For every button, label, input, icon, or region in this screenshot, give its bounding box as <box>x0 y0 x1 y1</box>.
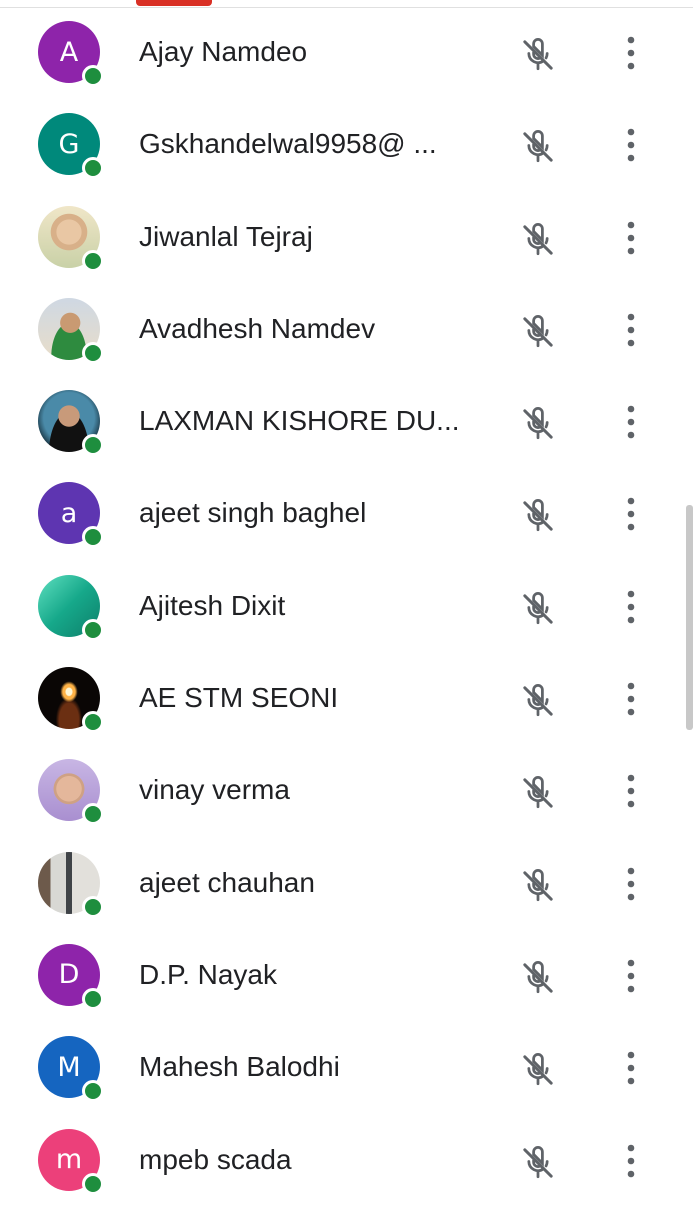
participant-name: LAXMAN KISHORE DU... <box>139 405 460 437</box>
more-vert-icon <box>627 1144 635 1177</box>
avatar: m <box>38 1128 104 1195</box>
online-status-dot <box>82 249 104 272</box>
more-options-button[interactable] <box>614 1048 648 1088</box>
online-status-dot <box>82 1172 104 1195</box>
avatar: a <box>38 482 104 549</box>
more-options-button[interactable] <box>614 1141 648 1181</box>
participant-row[interactable]: M Mahesh Balodhi <box>0 1020 693 1112</box>
more-options-button[interactable] <box>614 679 648 719</box>
more-options-button[interactable] <box>614 310 648 350</box>
more-vert-icon <box>627 775 635 808</box>
mic-off-icon[interactable] <box>516 679 560 723</box>
more-vert-icon <box>627 36 635 70</box>
mic-off-icon[interactable] <box>516 494 560 538</box>
online-status-dot <box>82 65 104 87</box>
more-vert-icon <box>627 867 635 900</box>
more-options-button[interactable] <box>614 125 648 165</box>
online-status-dot <box>82 1080 104 1103</box>
participant-name: Mahesh Balodhi <box>139 1051 340 1083</box>
mic-off-icon[interactable] <box>516 864 560 908</box>
participant-name: ajeet chauhan <box>139 866 315 898</box>
participant-name: D.P. Nayak <box>139 958 277 990</box>
avatar <box>38 297 104 364</box>
participant-row[interactable]: Jiwanlal Tejraj <box>0 190 693 282</box>
more-vert-icon <box>627 221 635 254</box>
more-options-button[interactable] <box>614 218 648 258</box>
participant-name: ajeet singh baghel <box>139 497 367 529</box>
more-vert-icon <box>627 128 635 162</box>
more-vert-icon <box>627 313 635 347</box>
participant-name: Ajitesh Dixit <box>139 589 286 621</box>
participant-row[interactable]: vinay verma <box>0 743 693 835</box>
mic-off-icon[interactable] <box>516 1141 560 1185</box>
more-options-button[interactable] <box>614 864 648 904</box>
online-status-dot <box>82 526 104 549</box>
avatar: G <box>38 113 104 180</box>
participant-row[interactable]: Avadhesh Namdev <box>0 282 693 374</box>
avatar: D <box>38 943 104 1010</box>
mic-off-icon[interactable] <box>516 310 560 354</box>
avatar <box>38 205 104 272</box>
mic-off-icon[interactable] <box>516 587 560 631</box>
mic-off-icon[interactable] <box>516 956 560 1000</box>
online-status-dot <box>82 803 104 826</box>
scrollbar-thumb[interactable] <box>686 505 693 730</box>
avatar-initial: G <box>58 128 80 160</box>
avatar <box>38 851 104 918</box>
avatar <box>38 667 104 734</box>
mic-off-icon[interactable] <box>516 218 560 262</box>
online-status-dot <box>82 618 104 641</box>
more-options-button[interactable] <box>614 494 648 534</box>
participant-row[interactable]: G Gskhandelwal9958@ ... <box>0 97 693 189</box>
participant-row[interactable]: m mpeb scada <box>0 1113 693 1205</box>
avatar: M <box>38 1036 104 1103</box>
participant-name: Jiwanlal Tejraj <box>139 220 313 252</box>
participant-row[interactable]: ajeet chauhan <box>0 836 693 928</box>
participant-name: Ajay Namdeo <box>139 36 308 67</box>
online-status-dot <box>82 434 104 457</box>
participant-row[interactable]: D D.P. Nayak <box>0 928 693 1020</box>
more-options-button[interactable] <box>614 956 648 996</box>
participant-name: AE STM SEONI <box>139 682 339 714</box>
avatar <box>38 759 104 826</box>
avatar <box>38 390 104 457</box>
avatar: A <box>38 21 104 87</box>
online-status-dot <box>82 157 104 180</box>
participant-row[interactable]: a ajeet singh baghel <box>0 466 693 558</box>
participant-name: mpeb scada <box>139 1143 292 1175</box>
online-status-dot <box>82 895 104 918</box>
mic-off-icon[interactable] <box>516 125 560 169</box>
online-status-dot <box>82 711 104 734</box>
online-status-dot <box>82 987 104 1010</box>
more-options-button[interactable] <box>614 402 648 442</box>
avatar-initial: a <box>60 497 78 529</box>
participant-row[interactable]: LAXMAN KISHORE DU... <box>0 374 693 466</box>
online-status-dot <box>82 341 104 364</box>
participant-name: vinay verma <box>139 774 290 806</box>
avatar-initial: A <box>59 36 79 68</box>
participant-name: Avadhesh Namdev <box>139 312 376 344</box>
more-vert-icon <box>627 682 635 716</box>
more-options-button[interactable] <box>614 587 648 627</box>
more-vert-icon <box>627 959 635 993</box>
mic-off-icon[interactable] <box>516 402 560 446</box>
participant-row[interactable]: AE STM SEONI <box>0 651 693 743</box>
more-vert-icon <box>627 590 635 624</box>
more-vert-icon <box>627 498 635 531</box>
more-options-button[interactable] <box>614 33 648 73</box>
avatar <box>38 574 104 641</box>
more-vert-icon <box>627 1051 635 1085</box>
avatar-initial: M <box>57 1051 81 1083</box>
participant-name: Gskhandelwal9958@ ... <box>139 128 437 160</box>
participant-row[interactable]: Ajitesh Dixit <box>0 559 693 651</box>
more-vert-icon <box>627 405 635 439</box>
participant-list: A Ajay Namdeo G Gskhandelwal9958@ ... Ji… <box>0 5 693 1205</box>
avatar-initial: m <box>55 1144 83 1176</box>
avatar-initial: D <box>58 959 80 991</box>
participant-row[interactable]: A Ajay Namdeo <box>0 5 693 97</box>
mic-off-icon[interactable] <box>516 771 560 815</box>
more-options-button[interactable] <box>614 771 648 811</box>
mic-off-icon[interactable] <box>516 33 560 77</box>
mic-off-icon[interactable] <box>516 1048 560 1092</box>
